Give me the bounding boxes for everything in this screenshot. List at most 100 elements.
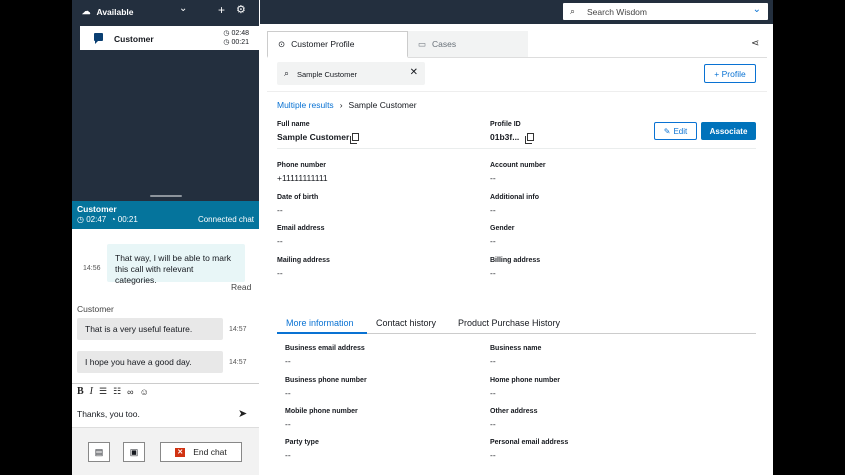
main-tabs: ⊙ Customer Profile ▭ Cases [267,31,767,58]
chevron-down-icon[interactable]: ⌄ [753,4,761,15]
customer-message: I hope you have a good day. [77,351,223,373]
formatting-toolbar: B I ☰ ☷ ∞ ☺ [77,386,149,397]
clipboard-icon: ▤ [94,446,104,457]
field-value: +11111111111 [277,173,328,183]
end-chat-icon: ✕ [175,447,186,457]
breadcrumb-link[interactable]: Multiple results [277,100,334,110]
tab-customer-profile[interactable]: ⊙ Customer Profile [267,31,408,58]
agent-status-label: Available [96,6,134,17]
connected-timers: ◷ 02:47 ◔ 00:21 [77,215,138,224]
field-value: -- [285,419,291,429]
resize-handle[interactable] [150,195,182,197]
full-name-value: Sample Customer [277,132,360,144]
field-value: -- [285,356,291,366]
copy-icon[interactable] [525,133,535,144]
quick-connects-button[interactable]: ▤ [88,442,110,462]
user-icon: ⊙ [278,38,286,49]
field-label: Email address [277,225,325,232]
field-label: Phone number [277,162,327,169]
divider [267,91,767,92]
field-value: -- [490,356,496,366]
message-input[interactable] [77,407,227,421]
profile-id-value: 01b3f... [490,132,535,144]
contact-name: Customer [114,34,154,44]
contact-total-time: ◷ 02:48 [223,30,249,37]
chat-transcript[interactable]: That way, I will be able to mark this ca… [72,229,259,383]
gear-icon[interactable]: ⚙ [236,3,246,16]
message-composer: B I ☰ ☷ ∞ ☺ ➤ [72,383,259,427]
customer-label: Customer [77,304,114,314]
timer-icon: ◔ [110,215,116,224]
tab-more-information[interactable]: More information [286,318,354,328]
breadcrumb-current: Sample Customer [348,100,417,110]
search-wisdom-input[interactable]: ⌕ Search Wisdom ⌄ [563,3,768,20]
numbered-list-icon[interactable]: ☷ [113,386,121,397]
profile-search-input[interactable]: ⌕ Sample Customer ✕ [277,62,425,85]
agent-status-dropdown[interactable]: ☁ Available [82,6,134,17]
field-label: Business name [490,345,542,352]
field-value: -- [285,450,291,460]
bold-icon[interactable]: B [77,386,84,397]
customer-message: That is a very useful feature. [77,318,223,340]
contact-info-button[interactable]: ▣ [123,442,145,462]
info-tabs: More information Contact history Product… [277,314,756,334]
contact-card[interactable]: Customer ◷ 02:48 ◷ 00:21 [80,26,259,50]
profile-id-label: Profile ID [490,121,521,128]
field-label: Party type [285,439,319,446]
clear-icon[interactable]: ✕ [410,67,418,78]
copy-icon[interactable] [350,133,360,144]
field-label: Other address [490,408,538,415]
tab-product-purchase-history[interactable]: Product Purchase History [458,318,560,328]
tab-contact-history[interactable]: Contact history [376,318,436,328]
end-chat-label: End chat [193,447,227,457]
connection-state: Connected chat [197,215,254,224]
field-value: -- [490,205,496,215]
pencil-icon: ✎ [663,126,671,136]
italic-icon[interactable]: I [90,386,93,397]
emoji-icon[interactable]: ☺ [140,387,149,397]
message-time: 14:57 [229,326,247,333]
customer-profile-panel: ⌕ Search Wisdom ⌄ ⊙ Customer Profile ▭ C… [260,0,773,475]
add-icon[interactable]: + [218,3,225,17]
search-icon: ⌕ [570,6,576,16]
field-label: Additional info [490,194,539,201]
field-value: -- [490,173,496,183]
cloud-icon: ☁ [82,6,91,16]
field-label: Date of birth [277,194,319,201]
message-time: 14:57 [229,359,247,366]
end-chat-button[interactable]: ✕ End chat [160,442,242,462]
share-icon[interactable]: ⋖ [751,38,759,49]
chevron-right-icon: › [339,100,343,110]
field-label: Home phone number [490,377,561,384]
agent-message: That way, I will be able to mark this ca… [107,244,245,285]
chevron-down-icon[interactable]: ⌄ [179,3,187,14]
ccp-top-bar: ☁ Available ⌄ + ⚙ [72,0,259,23]
read-receipt: Read [231,282,252,292]
search-placeholder: Search Wisdom [587,7,647,17]
clock-icon: ◷ [77,215,84,224]
bulleted-list-icon[interactable]: ☰ [99,386,107,397]
field-value: -- [490,419,496,429]
associate-button[interactable]: Associate [701,122,756,140]
field-value: -- [490,236,496,246]
edit-button[interactable]: ✎ Edit [654,122,697,140]
field-value: -- [277,205,283,215]
add-profile-button[interactable]: + Profile [704,64,756,83]
link-icon[interactable]: ∞ [127,387,133,397]
field-label: Mailing address [277,257,330,264]
connected-chat-bar: Customer ◷ 02:47 ◔ 00:21 Connected chat [72,201,259,229]
field-label: Gender [490,225,515,232]
message-time: 14:56 [83,265,101,272]
full-name-label: Full name [277,121,310,128]
field-value: -- [277,236,283,246]
field-label: Business email address [285,345,365,352]
contact-card-icon: ▣ [129,446,139,457]
active-tab-indicator [277,332,367,334]
tab-cases[interactable]: ▭ Cases [408,31,528,58]
contact-control-panel: ☁ Available ⌄ + ⚙ Customer ◷ 02:48 ◷ 00:… [72,0,259,475]
send-icon[interactable]: ➤ [238,407,247,420]
field-label: Personal email address [490,439,569,446]
field-value: -- [285,388,291,398]
field-value: -- [490,450,496,460]
briefcase-icon: ▭ [418,38,427,49]
